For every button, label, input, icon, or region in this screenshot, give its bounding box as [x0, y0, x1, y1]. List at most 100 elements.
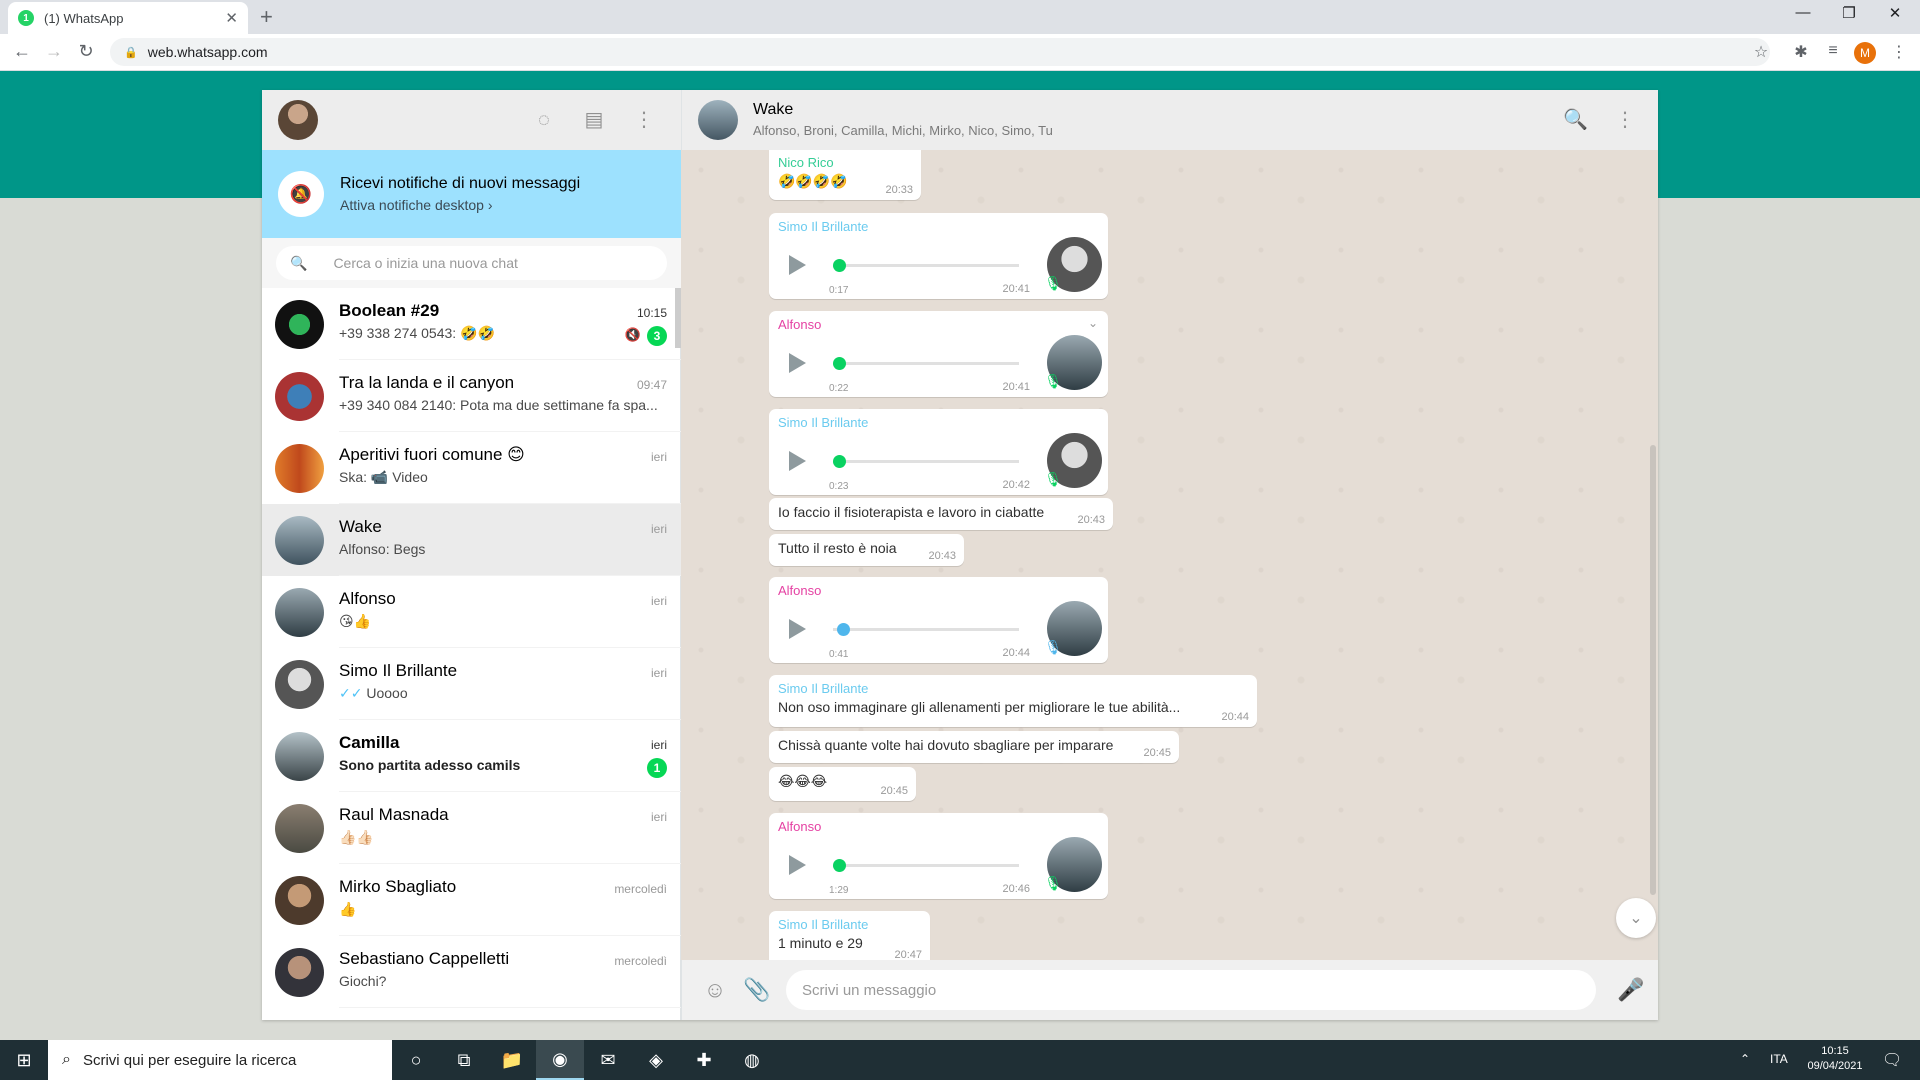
chat-time: 10:15 [636, 306, 667, 320]
message-bubble[interactable]: Io faccio il fisioterapista e lavoro in … [769, 498, 1113, 530]
voice-message[interactable]: Alfonso ⌄ 0:22 🎙 20:41 [769, 311, 1108, 397]
enable-notifications-link[interactable]: Attiva notifiche desktop › [340, 197, 580, 213]
chat-time: ieri [650, 450, 667, 464]
notifications-icon[interactable]: 🗨 [1882, 1050, 1902, 1070]
chat-item-boolean-29[interactable]: Boolean #29 +39 338 274 0543: 🤣🤣 10:15 🔇… [262, 288, 681, 360]
browser-tab-strip: 1 (1) WhatsApp ✕ + — ❐ ✕ [0, 0, 1920, 34]
profile-avatar[interactable]: M [1854, 42, 1876, 64]
avatar [275, 587, 324, 637]
audio-progress-track[interactable] [833, 623, 1019, 636]
voice-message[interactable]: Alfonso 1:29 🎙 20:46 [769, 813, 1108, 899]
play-icon[interactable] [789, 451, 806, 471]
cortana-icon[interactable]: ○ [392, 1040, 440, 1080]
close-window-icon[interactable]: ✕ [1872, 4, 1918, 22]
search-input[interactable]: 🔍 Cerca o inizia una nuova chat [276, 246, 667, 280]
taskbar-search[interactable]: ⌕ Scrivi qui per eseguire la ricerca [48, 1040, 392, 1080]
read-ticks-icon: ✓✓ [339, 685, 363, 701]
task-view-icon[interactable]: ⧉ [440, 1040, 488, 1080]
message-sender: Simo Il Brillante [778, 917, 869, 932]
restore-window-icon[interactable]: ❐ [1826, 4, 1872, 22]
menu-icon[interactable]: ⋮ [632, 108, 656, 132]
search-messages-icon[interactable]: 🔍 [1563, 108, 1588, 132]
message-bubble[interactable]: Chissà quante volte hai dovuto sbagliare… [769, 731, 1179, 763]
message-time: 20:41 [1002, 283, 1030, 295]
group-avatar[interactable] [698, 100, 738, 140]
new-tab-button[interactable]: + [260, 6, 273, 28]
message-time: 20:45 [1143, 747, 1171, 759]
audio-progress-thumb[interactable] [833, 859, 846, 872]
browser-tab[interactable]: 1 (1) WhatsApp ✕ [8, 2, 248, 34]
chat-item-camilla[interactable]: Camilla Sono partita adesso camils ieri … [262, 720, 681, 792]
windows-start-icon[interactable]: ⊞ [0, 1040, 48, 1080]
audio-progress-thumb[interactable] [833, 259, 846, 272]
status-icon[interactable]: ◌ [532, 108, 556, 132]
bookmark-star-icon[interactable]: ☆ [1750, 42, 1772, 62]
chat-item-simo[interactable]: Simo Il Brillante ✓✓ Uoooo ieri [262, 648, 681, 720]
chat-item-tra-la-landa[interactable]: Tra la landa e il canyon +39 340 084 214… [262, 360, 681, 432]
audio-progress-track[interactable] [833, 859, 1019, 872]
message-sender: Alfonso [778, 317, 822, 332]
my-profile-avatar[interactable] [278, 100, 318, 140]
message-area[interactable]: Nico Rico 🤣🤣🤣🤣 20:33 Simo Il Brillante 0… [681, 150, 1658, 960]
play-icon[interactable] [789, 619, 806, 639]
forward-arrow-icon[interactable]: → [42, 41, 66, 62]
play-icon[interactable] [789, 255, 806, 275]
message-bubble[interactable]: Simo Il Brillante Non oso immaginare gli… [769, 675, 1257, 727]
minimize-window-icon[interactable]: — [1780, 4, 1826, 21]
message-sender: Alfonso [778, 583, 822, 598]
conversation-menu-icon[interactable]: ⋮ [1613, 108, 1637, 132]
voice-message[interactable]: Simo Il Brillante 0:23 🎙 20:42 [769, 409, 1108, 495]
reload-icon[interactable]: ↻ [74, 41, 98, 62]
url-field[interactable]: 🔒 web.whatsapp.com [110, 38, 1770, 66]
message-input[interactable]: Scrivi un messaggio [786, 970, 1596, 1010]
extensions-icon[interactable]: ✱ [1790, 42, 1812, 62]
play-icon[interactable] [789, 855, 806, 875]
microphone-icon[interactable]: 🎤 [1617, 977, 1644, 1003]
back-arrow-icon[interactable]: ← [10, 41, 34, 62]
attach-icon[interactable]: 📎 [743, 977, 770, 1003]
emoji-icon[interactable]: ☺ [702, 977, 728, 1003]
message-bubble[interactable]: Tutto il resto è noia 20:43 [769, 534, 964, 566]
voice-message[interactable]: Simo Il Brillante 0:17 🎙 20:41 [769, 213, 1108, 299]
chevron-down-icon[interactable]: ⌄ [1088, 316, 1098, 330]
voice-message[interactable]: Alfonso 0:41 🎙 20:44 [769, 577, 1108, 663]
message-bubble[interactable]: Nico Rico 🤣🤣🤣🤣 20:33 [769, 150, 921, 200]
mail-icon[interactable]: ✉ [584, 1040, 632, 1080]
audio-progress-thumb[interactable] [837, 623, 850, 636]
chat-item-raul[interactable]: Raul Masnada 👍🏻👍🏻 ieri [262, 792, 681, 864]
input-language[interactable]: ITA [1770, 1052, 1788, 1066]
browser-menu-icon[interactable]: ⋮ [1888, 42, 1910, 62]
message-bubble[interactable]: Simo Il Brillante 1 minuto e 29 20:47 [769, 911, 930, 960]
audio-progress-thumb[interactable] [833, 455, 846, 468]
desktop-notification-banner[interactable]: 🔕 Ricevi notifiche di nuovi messaggi Att… [262, 150, 681, 238]
message-bubble[interactable]: 😂😂😂 20:45 [769, 767, 916, 801]
play-icon[interactable] [789, 353, 806, 373]
new-chat-icon[interactable]: ▤ [582, 108, 606, 132]
discord-icon[interactable]: ◈ [632, 1040, 680, 1080]
chat-item-alfonso[interactable]: Alfonso 😘👍 ieri [262, 576, 681, 648]
audio-progress-track[interactable] [833, 455, 1019, 468]
system-clock[interactable]: 10:15 09/04/2021 [1800, 1044, 1870, 1074]
chat-time: ieri [650, 522, 667, 536]
chat-item-aperitivi[interactable]: Aperitivi fuori comune 😊 Ska: 📹 Video ie… [262, 432, 681, 504]
chat-item-wake[interactable]: Wake Alfonso: Begs ieri [262, 504, 681, 576]
reading-list-icon[interactable]: ≡ [1822, 42, 1844, 60]
conversation-header[interactable]: Wake Alfonso, Broni, Camilla, Michi, Mir… [681, 90, 1658, 150]
file-explorer-icon[interactable]: 📁 [488, 1040, 536, 1080]
app-icon[interactable]: ◍ [728, 1040, 776, 1080]
avatar [275, 947, 324, 997]
audio-progress-track[interactable] [833, 357, 1019, 370]
message-scrollbar[interactable] [1650, 445, 1656, 895]
audio-progress-track[interactable] [833, 259, 1019, 272]
scroll-to-bottom-button[interactable]: ⌄ [1616, 898, 1656, 938]
chat-item-sebastiano[interactable]: Sebastiano Cappelletti Giochi? mercoledì [262, 936, 681, 1008]
message-sender: Alfonso [778, 819, 822, 834]
close-tab-icon[interactable]: ✕ [225, 9, 238, 27]
tray-chevron-icon[interactable]: ⌃ [1740, 1052, 1750, 1066]
chrome-icon[interactable]: ◉ [536, 1040, 584, 1080]
chat-name: Raul Masnada [339, 805, 449, 824]
chat-time: mercoledì [614, 882, 667, 896]
audio-progress-thumb[interactable] [833, 357, 846, 370]
chat-item-mirko[interactable]: Mirko Sbagliato 👍 mercoledì [262, 864, 681, 936]
slack-icon[interactable]: ✚ [680, 1040, 728, 1080]
